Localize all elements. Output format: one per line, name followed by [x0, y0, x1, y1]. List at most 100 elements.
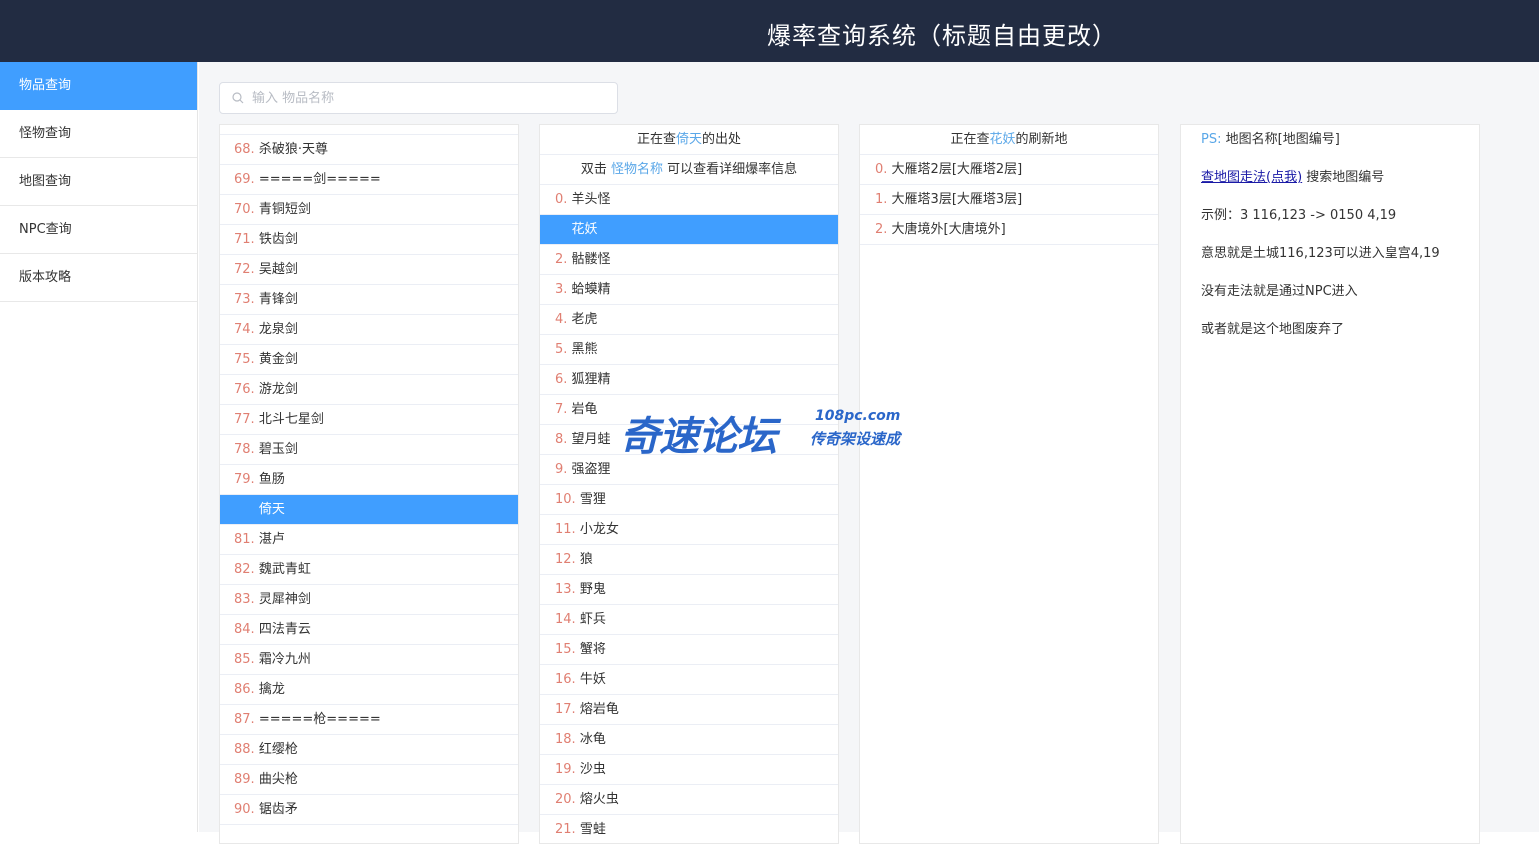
item-list-panel[interactable]: 68. 杀破狼·天尊 69. =====剑===== 70. 青铜短剑 71. 铁齿剑… [219, 124, 519, 844]
sidebar-item-monster-query[interactable]: 怪物查询 [0, 110, 197, 158]
row-label: 牛妖 [579, 672, 606, 687]
monster-row[interactable]: 19. 沙虫 [540, 755, 838, 785]
item-row[interactable]: 75. 黄金剑 [220, 345, 518, 375]
item-row[interactable]: 89. 曲尖枪 [220, 765, 518, 795]
row-label: 青锋剑 [258, 292, 298, 307]
monster-row[interactable]: 18. 冰龟 [540, 725, 838, 755]
row-number: 79. [234, 472, 255, 487]
monster-row[interactable]: 20. 熔火虫 [540, 785, 838, 815]
row-number: 74. [234, 322, 255, 337]
row-label: 骷髅怪 [571, 252, 611, 267]
sidebar: 物品查询 怪物查询 地图查询 NPC查询 版本攻略 [0, 62, 198, 832]
row-number: 0. [555, 192, 568, 207]
monster-row[interactable]: 6. 狐狸精 [540, 365, 838, 395]
monster-row[interactable]: 2. 骷髅怪 [540, 245, 838, 275]
watermark-slogan: 传奇架设速成 [810, 430, 901, 448]
monster-row[interactable]: 3. 蛤蟆精 [540, 275, 838, 305]
map-row[interactable]: 0. 大雁塔2层[大雁塔2层] [860, 155, 1158, 185]
row-label: =====枪===== [258, 712, 381, 727]
map-row[interactable]: 2. 大唐境外[大唐境外] [860, 215, 1158, 245]
row-number: 8. [555, 432, 568, 447]
monster-row[interactable]: 0. 羊头怪 [540, 185, 838, 215]
item-row[interactable]: 74. 龙泉剑 [220, 315, 518, 345]
header-suffix: 的出处 [702, 132, 742, 147]
row-number: 14. [555, 612, 576, 627]
monster-row[interactable]: 5. 黑熊 [540, 335, 838, 365]
row-number: 9. [555, 462, 568, 477]
row-label: =====剑===== [258, 172, 381, 187]
search-box[interactable] [219, 82, 618, 114]
item-row[interactable]: 69. =====剑===== [220, 165, 518, 195]
item-row[interactable]: 82. 魏武青虹 [220, 555, 518, 585]
sidebar-item-guide[interactable]: 版本攻略 [0, 254, 197, 302]
map-route-link[interactable]: 查地图走法(点我) [1201, 170, 1302, 185]
row-label: 红缨枪 [258, 742, 298, 757]
header-prefix: 正在查 [950, 132, 990, 147]
row-number: 5. [555, 342, 568, 357]
sidebar-item-item-query[interactable]: 物品查询 [0, 62, 197, 110]
item-row[interactable]: 80. 倚天 [220, 495, 518, 525]
search-input[interactable] [252, 83, 612, 113]
watermark-logo: 奇速论坛 108pc.com 传奇架设速成 [620, 402, 920, 460]
monster-list-panel[interactable]: 正在查倚天的出处 双击 怪物名称 可以查看详细爆率信息 0. 羊头怪 1. 花妖 2… [539, 124, 839, 844]
row-label: 虾兵 [579, 612, 606, 627]
note-link-line: 查地图走法(点我) 搜索地图编号 [1201, 169, 1479, 207]
item-row[interactable]: 71. 铁齿剑 [220, 225, 518, 255]
monster-row[interactable]: 11. 小龙女 [540, 515, 838, 545]
item-row[interactable]: 72. 吴越剑 [220, 255, 518, 285]
monster-row[interactable]: 17. 熔岩龟 [540, 695, 838, 725]
item-row[interactable]: 88. 红缨枪 [220, 735, 518, 765]
row-number: 11. [555, 522, 576, 537]
item-row[interactable]: 90. 锯齿矛 [220, 795, 518, 825]
row-label: 望月蛙 [571, 432, 611, 447]
item-row[interactable]: 79. 鱼肠 [220, 465, 518, 495]
row-number: 78. [234, 442, 255, 457]
row-label: 岩龟 [571, 402, 598, 417]
monster-row[interactable]: 21. 雪蛙 [540, 815, 838, 843]
monster-row[interactable]: 15. 蟹将 [540, 635, 838, 665]
item-row[interactable]: 84. 四法青云 [220, 615, 518, 645]
row-label: 黄金剑 [258, 352, 298, 367]
row-number: 2. [875, 222, 888, 237]
item-row[interactable]: 81. 湛卢 [220, 525, 518, 555]
row-label: 蛤蟆精 [571, 282, 611, 297]
item-row[interactable]: 68. 杀破狼·天尊 [220, 135, 518, 165]
sidebar-item-map-query[interactable]: 地图查询 [0, 158, 197, 206]
row-label: 沙虫 [579, 762, 606, 777]
item-row[interactable]: 70. 青铜短剑 [220, 195, 518, 225]
item-row[interactable]: 83. 灵犀神剑 [220, 585, 518, 615]
row-number: 89. [234, 772, 255, 787]
row-label: 北斗七星剑 [258, 412, 324, 427]
item-row[interactable]: 87. =====枪===== [220, 705, 518, 735]
row-label: 熔岩龟 [579, 702, 619, 717]
item-row[interactable]: 77. 北斗七星剑 [220, 405, 518, 435]
monster-row[interactable]: 14. 虾兵 [540, 605, 838, 635]
monster-row[interactable]: 1. 花妖 [540, 215, 838, 245]
row-label: 游龙剑 [258, 382, 298, 397]
row-number: 69. [234, 172, 255, 187]
item-row[interactable]: 76. 游龙剑 [220, 375, 518, 405]
row-number: 81. [234, 532, 255, 547]
item-row[interactable]: 78. 碧玉剑 [220, 435, 518, 465]
monster-row[interactable]: 16. 牛妖 [540, 665, 838, 695]
row-label: 锯齿矛 [258, 802, 298, 817]
monster-row[interactable]: 13. 野鬼 [540, 575, 838, 605]
row-number: 88. [234, 742, 255, 757]
monster-row[interactable]: 12. 狼 [540, 545, 838, 575]
sidebar-item-npc-query[interactable]: NPC查询 [0, 206, 197, 254]
monster-row[interactable]: 4. 老虎 [540, 305, 838, 335]
row-label: 小龙女 [579, 522, 619, 537]
row-label: 羊头怪 [571, 192, 611, 207]
item-row[interactable]: 85. 霜冷九州 [220, 645, 518, 675]
row-label: 大唐境外[大唐境外] [891, 222, 1006, 237]
row-number: 82. [234, 562, 255, 577]
row-number: 73. [234, 292, 255, 307]
row-number: 4. [555, 312, 568, 327]
map-row[interactable]: 1. 大雁塔3层[大雁塔3层] [860, 185, 1158, 215]
item-row[interactable]: 86. 擒龙 [220, 675, 518, 705]
row-label: 霜冷九州 [258, 652, 311, 667]
row-number: 21. [555, 822, 576, 837]
map-list-panel[interactable]: 正在查花妖的刷新地 0. 大雁塔2层[大雁塔2层] 1. 大雁塔3层[大雁塔3层]… [859, 124, 1159, 844]
item-row[interactable]: 73. 青锋剑 [220, 285, 518, 315]
monster-row[interactable]: 10. 雪狸 [540, 485, 838, 515]
